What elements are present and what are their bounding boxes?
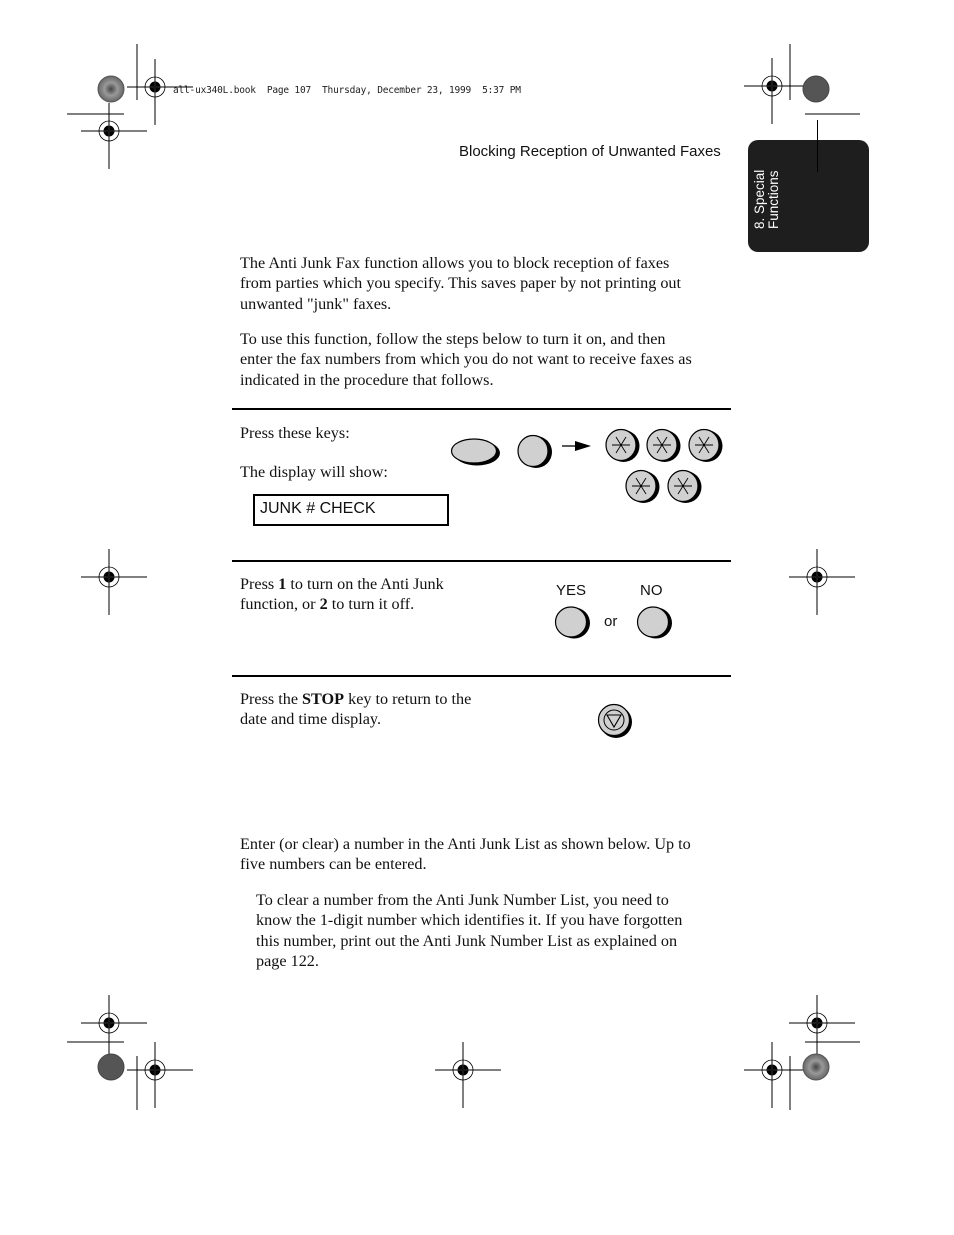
step-divider: [232, 675, 731, 677]
step2-instruction: Press 1 to turn on the Anti Junk functio…: [240, 575, 444, 614]
color-wheel-icon: [97, 1053, 125, 1081]
step-divider: [232, 560, 731, 562]
star-key-icon: [625, 469, 661, 504]
function-key-icon: [450, 438, 500, 466]
no-label: NO: [640, 582, 663, 599]
running-header: Blocking Reception of Unwanted Faxes: [459, 143, 721, 160]
yes-no-keys: [554, 606, 672, 639]
lcd-display: JUNK # CHECK: [253, 494, 449, 526]
color-wheel-icon: [802, 75, 830, 103]
step-divider: [232, 408, 731, 410]
step1-key-sequence: [450, 428, 724, 504]
no-key-icon: [636, 606, 672, 639]
stop-key-icon: [597, 703, 632, 738]
star-key-icon: [667, 469, 703, 504]
step1-instruction: Press these keys:: [240, 424, 350, 442]
intro-paragraph-2: To use this function, follow the steps b…: [240, 330, 692, 389]
step3-instruction: Press the STOP key to return to the date…: [240, 690, 472, 729]
key-icon: [517, 434, 552, 468]
star-key-icon: [688, 428, 724, 463]
star-key-icon: [605, 428, 641, 463]
chapter-tab-label: 8. Special Functions: [752, 169, 781, 229]
yes-label: YES: [556, 582, 587, 599]
outro-paragraph: Enter (or clear) a number in the Anti Ju…: [240, 835, 691, 874]
note-paragraph: To clear a number from the Anti Junk Num…: [256, 891, 683, 970]
print-slug: all-ux340L.book Page 107 Thursday, Decem…: [173, 85, 521, 96]
intro-paragraph-1: The Anti Junk Fax function allows you to…: [240, 254, 682, 313]
color-wheel-icon: [97, 75, 125, 103]
step1-display-label: The display will show:: [240, 463, 388, 481]
yes-key-icon: [554, 606, 590, 639]
arrow-right-icon: [562, 441, 591, 451]
star-key-icon: [646, 428, 682, 463]
color-wheel-icon: [802, 1053, 830, 1081]
